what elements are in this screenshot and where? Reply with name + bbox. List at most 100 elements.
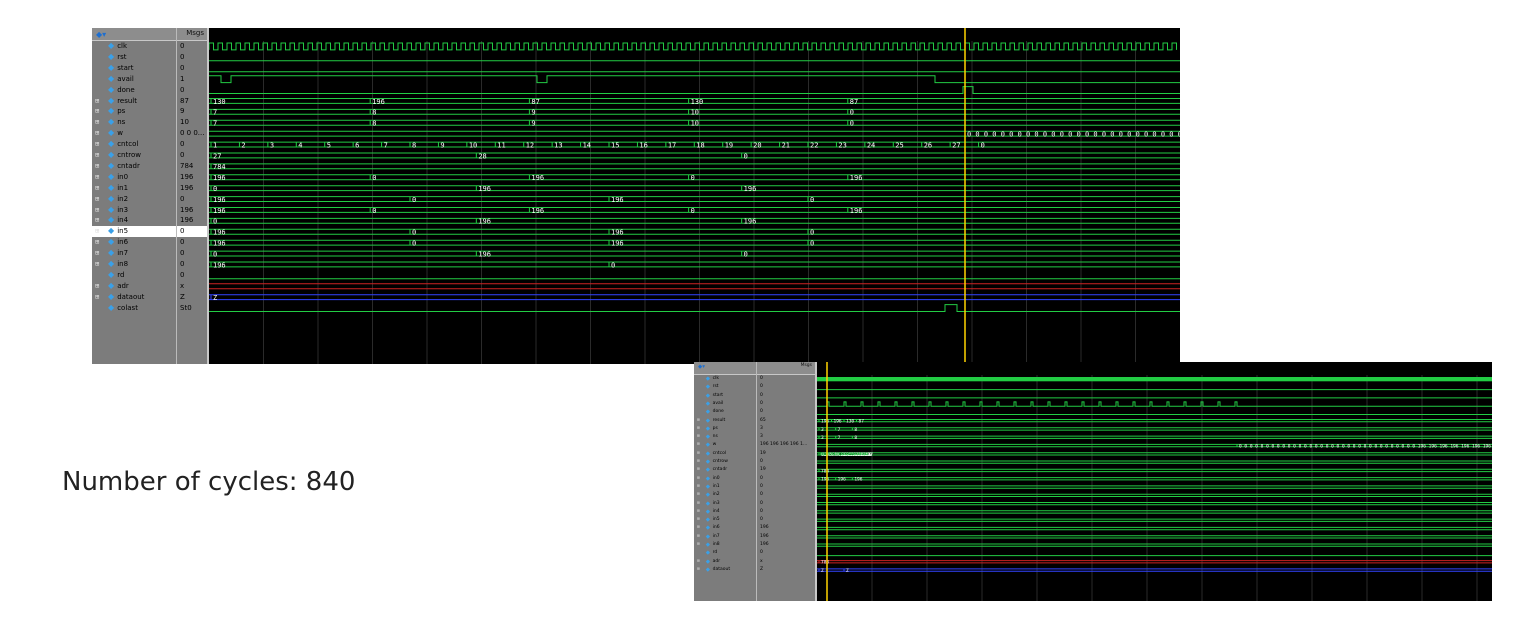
expand-icon[interactable]: ⊞ [95,226,99,237]
expand-icon[interactable]: ⊞ [95,215,99,226]
signal-row-rst[interactable]: ◆ rst [694,383,756,391]
expand-icon[interactable]: ⊞ [697,417,700,425]
signal-row-cntadr[interactable]: ⊞ ◆ cntadr [694,466,756,474]
expand-icon[interactable]: ⊞ [95,237,99,248]
modelsim-logo-icon[interactable]: ◆▾ [698,364,705,370]
signal-row-in8[interactable]: ⊞ ◆ in8 [694,541,756,549]
expand-icon[interactable]: ⊞ [697,508,700,516]
signal-row-adr[interactable]: ⊞ ◆ adr [694,558,756,566]
expand-icon[interactable]: ⊞ [697,491,700,499]
waveform-plot-area[interactable]: 130 196 87 130 87 7 8 9 10 0 7 8 9 10 0 0 0 0 0 0 0 0 0… [209,28,1180,364]
signal-diamond-icon: ◆ [107,259,115,268]
signal-row-in6[interactable]: ⊞ ◆ in6 [694,524,756,532]
signal-row-ps[interactable]: ⊞ ◆ ps [92,106,176,117]
expand-icon[interactable]: ⊞ [95,205,99,216]
expand-icon[interactable]: ⊞ [697,500,700,508]
signal-row-in0[interactable]: ⊞ ◆ in0 [92,172,176,183]
expand-icon[interactable]: ⊞ [95,248,99,259]
signal-row-rd[interactable]: ◆ rd [694,549,756,557]
signal-row-avail[interactable]: ◆ avail [92,74,176,85]
signal-row-w[interactable]: ⊞ ◆ w [694,441,756,449]
expand-icon[interactable]: ⊞ [697,541,700,549]
expand-icon[interactable]: ⊞ [95,139,99,150]
signal-row-ns[interactable]: ⊞ ◆ ns [694,433,756,441]
signal-row-ns[interactable]: ⊞ ◆ ns [92,117,176,128]
signal-row-clk[interactable]: ◆ clk [694,375,756,383]
signal-name-pane[interactable]: ◆▾ ◆ clk ◆ rst ◆ start ◆ avail ◆ done ⊞ ◆ result ⊞ ◆ ps ⊞… [694,362,757,601]
signal-name: result [117,96,137,105]
signal-diamond-icon: ◆ [107,160,115,170]
expand-icon[interactable]: ⊞ [697,475,700,483]
signal-row-in7[interactable]: ⊞ ◆ in7 [694,533,756,541]
modelsim-logo-icon[interactable]: ◆▾ [96,30,106,39]
expand-icon[interactable]: ⊞ [95,150,99,161]
signal-row-start[interactable]: ◆ start [694,392,756,400]
signal-row-dataout[interactable]: ⊞ ◆ dataout [694,566,756,574]
signal-row-result[interactable]: ⊞ ◆ result [694,417,756,425]
expand-icon[interactable]: ⊞ [95,194,99,205]
expand-icon[interactable]: ⊞ [697,458,700,466]
signal-row-in5[interactable]: ⊞ ◆ in5 [92,226,176,238]
expand-icon[interactable]: ⊞ [697,524,700,532]
signal-row-cntcol[interactable]: ⊞ ◆ cntcol [92,139,176,150]
signal-diamond-icon: ◆ [107,128,115,138]
signal-row-dataout[interactable]: ⊞ ◆ dataout [92,292,176,303]
expand-icon[interactable]: ⊞ [95,172,99,183]
signal-row-rst[interactable]: ◆ rst [92,52,176,63]
signal-row-in5[interactable]: ⊞ ◆ in5 [694,516,756,524]
expand-icon[interactable]: ⊞ [95,117,99,128]
expand-icon[interactable]: ⊞ [697,558,700,566]
signal-row-cntcol[interactable]: ⊞ ◆ cntcol [694,450,756,458]
signal-row-colast[interactable]: ◆ colast [92,303,176,314]
expand-icon[interactable]: ⊞ [697,566,700,574]
expand-icon[interactable]: ⊞ [95,161,99,172]
signal-row-in4[interactable]: ⊞ ◆ in4 [694,508,756,516]
signal-name: cntadr [117,161,140,170]
signal-row-in3[interactable]: ⊞ ◆ in3 [694,500,756,508]
expand-icon[interactable]: ⊞ [697,466,700,474]
expand-icon[interactable]: ⊞ [95,106,99,117]
signal-row-done[interactable]: ◆ done [694,408,756,416]
signal-row-ps[interactable]: ⊞ ◆ ps [694,425,756,433]
expand-icon[interactable]: ⊞ [95,281,99,292]
signal-row-in0[interactable]: ⊞ ◆ in0 [694,475,756,483]
expand-icon[interactable]: ⊞ [697,441,700,449]
signal-row-result[interactable]: ⊞ ◆ result [92,96,176,107]
expand-icon[interactable]: ⊞ [95,292,99,303]
expand-icon[interactable]: ⊞ [697,533,700,541]
expand-icon[interactable]: ⊞ [697,483,700,491]
signal-row-cntrow[interactable]: ⊞ ◆ cntrow [694,458,756,466]
signal-row-cntadr[interactable]: ⊞ ◆ cntadr [92,161,176,172]
expand-icon[interactable]: ⊞ [697,425,700,433]
expand-icon[interactable]: ⊞ [95,183,99,194]
signal-name: in5 [712,517,720,523]
signal-row-in1[interactable]: ⊞ ◆ in1 [694,483,756,491]
expand-icon[interactable]: ⊞ [697,450,700,458]
signal-name: colast [117,303,138,312]
expand-icon[interactable]: ⊞ [697,433,700,441]
waveform-plot-area[interactable]: 196 196 130 87 3 7 8 3 7 8 0 0 0 0 0 0 0 0 0 0 0 0… [817,362,1492,601]
bus-value-label: 0 [850,120,854,128]
signal-row-rd[interactable]: ◆ rd [92,270,176,281]
expand-icon[interactable]: ⊞ [95,96,99,107]
expand-icon[interactable]: ⊞ [95,259,99,270]
signal-row-in4[interactable]: ⊞ ◆ in4 [92,215,176,226]
signal-row-in3[interactable]: ⊞ ◆ in3 [92,205,176,216]
signal-row-in2[interactable]: ⊞ ◆ in2 [92,194,176,205]
signal-row-cntrow[interactable]: ⊞ ◆ cntrow [92,150,176,161]
expand-icon[interactable]: ⊞ [95,128,99,139]
bus-value-label: 8 [854,427,857,433]
signal-row-in1[interactable]: ⊞ ◆ in1 [92,183,176,194]
signal-row-in6[interactable]: ⊞ ◆ in6 [92,237,176,248]
signal-row-done[interactable]: ◆ done [92,85,176,96]
signal-row-in8[interactable]: ⊞ ◆ in8 [92,259,176,270]
signal-row-clk[interactable]: ◆ clk [92,41,176,52]
signal-row-start[interactable]: ◆ start [92,63,176,74]
signal-row-adr[interactable]: ⊞ ◆ adr [92,281,176,292]
signal-row-in7[interactable]: ⊞ ◆ in7 [92,248,176,259]
signal-row-avail[interactable]: ◆ avail [694,400,756,408]
signal-name-pane[interactable]: ◆▾ ◆ clk ◆ rst ◆ start ◆ avail ◆ done ⊞ ◆ result ⊞ ◆ ps ⊞… [92,28,177,364]
expand-icon[interactable]: ⊞ [697,516,700,524]
signal-row-in2[interactable]: ⊞ ◆ in2 [694,491,756,499]
signal-row-w[interactable]: ⊞ ◆ w [92,128,176,139]
